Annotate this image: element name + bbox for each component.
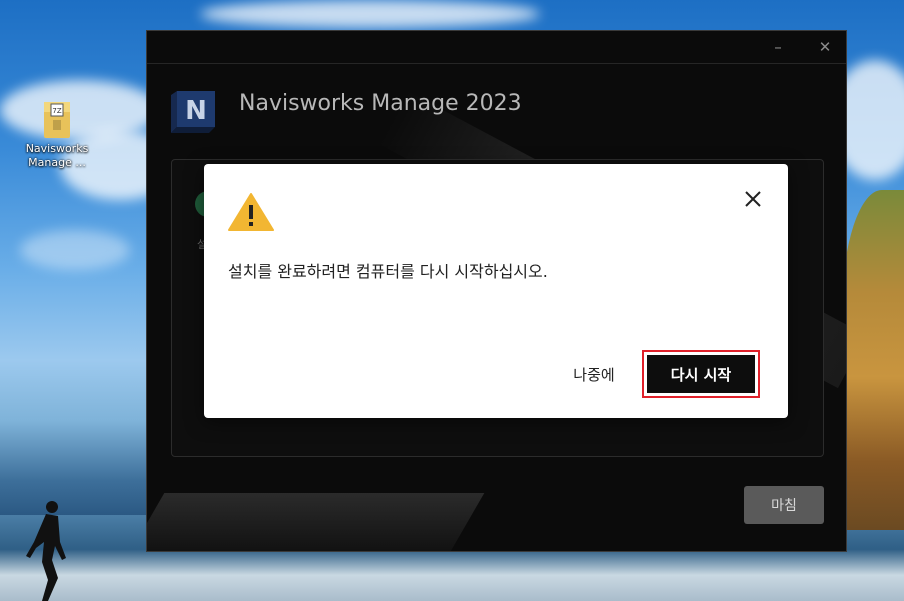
runner-silhouette xyxy=(26,501,66,601)
later-button[interactable]: 나중에 xyxy=(564,356,624,392)
dialog-message: 설치를 완료하려면 컴퓨터를 다시 시작하십시오. xyxy=(228,262,548,281)
title-bar: – ✕ xyxy=(147,31,846,64)
warning-icon xyxy=(228,193,274,231)
logo-letter: N xyxy=(185,96,207,126)
finish-button[interactable]: 마침 xyxy=(744,486,824,524)
cliff xyxy=(842,190,904,530)
desktop-icon-label: Navisworks Manage ... xyxy=(24,142,90,170)
restart-button-label: 다시 시작 xyxy=(647,355,755,393)
navisworks-logo-icon: N xyxy=(171,91,215,133)
background-swoosh-lower xyxy=(147,493,485,551)
close-dialog-icon[interactable] xyxy=(742,188,764,210)
folder-icon: 7Z xyxy=(42,98,72,142)
restart-button[interactable]: 다시 시작 xyxy=(642,350,760,398)
icon-label-line1: Navisworks xyxy=(25,142,89,155)
app-title: Navisworks Manage 2023 xyxy=(239,91,522,116)
minimize-button[interactable]: – xyxy=(767,37,789,57)
svg-text:7Z: 7Z xyxy=(52,107,61,115)
close-window-button[interactable]: ✕ xyxy=(814,37,836,57)
icon-label-line2: Manage ... xyxy=(28,156,86,169)
desktop-icon-navisworks[interactable]: 7Z Navisworks Manage ... xyxy=(24,98,90,170)
restart-dialog: 설치를 완료하려면 컴퓨터를 다시 시작하십시오. 나중에 다시 시작 xyxy=(204,164,788,418)
